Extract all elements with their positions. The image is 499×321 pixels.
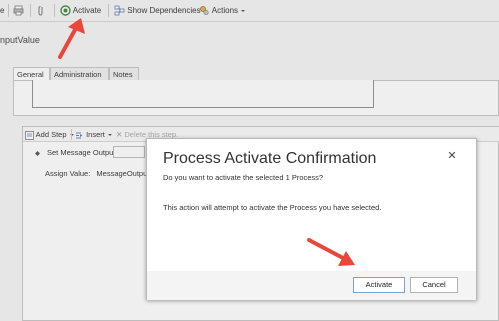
activate-confirm-button[interactable]: Activate: [353, 277, 405, 293]
dialog-message: This action will attempt to activate the…: [163, 203, 382, 212]
dialog-title: Process Activate Confirmation: [163, 150, 377, 167]
close-icon[interactable]: ✕: [446, 150, 458, 162]
dialog-footer: Activate Cancel: [147, 271, 476, 300]
annotation-arrow-down: [307, 238, 355, 266]
cancel-button[interactable]: Cancel: [410, 277, 458, 293]
process-activate-dialog: Process Activate Confirmation ✕ Do you w…: [146, 138, 477, 300]
annotation-arrow-up: [58, 18, 85, 59]
dialog-subtitle: Do you want to activate the selected 1 P…: [163, 173, 324, 182]
